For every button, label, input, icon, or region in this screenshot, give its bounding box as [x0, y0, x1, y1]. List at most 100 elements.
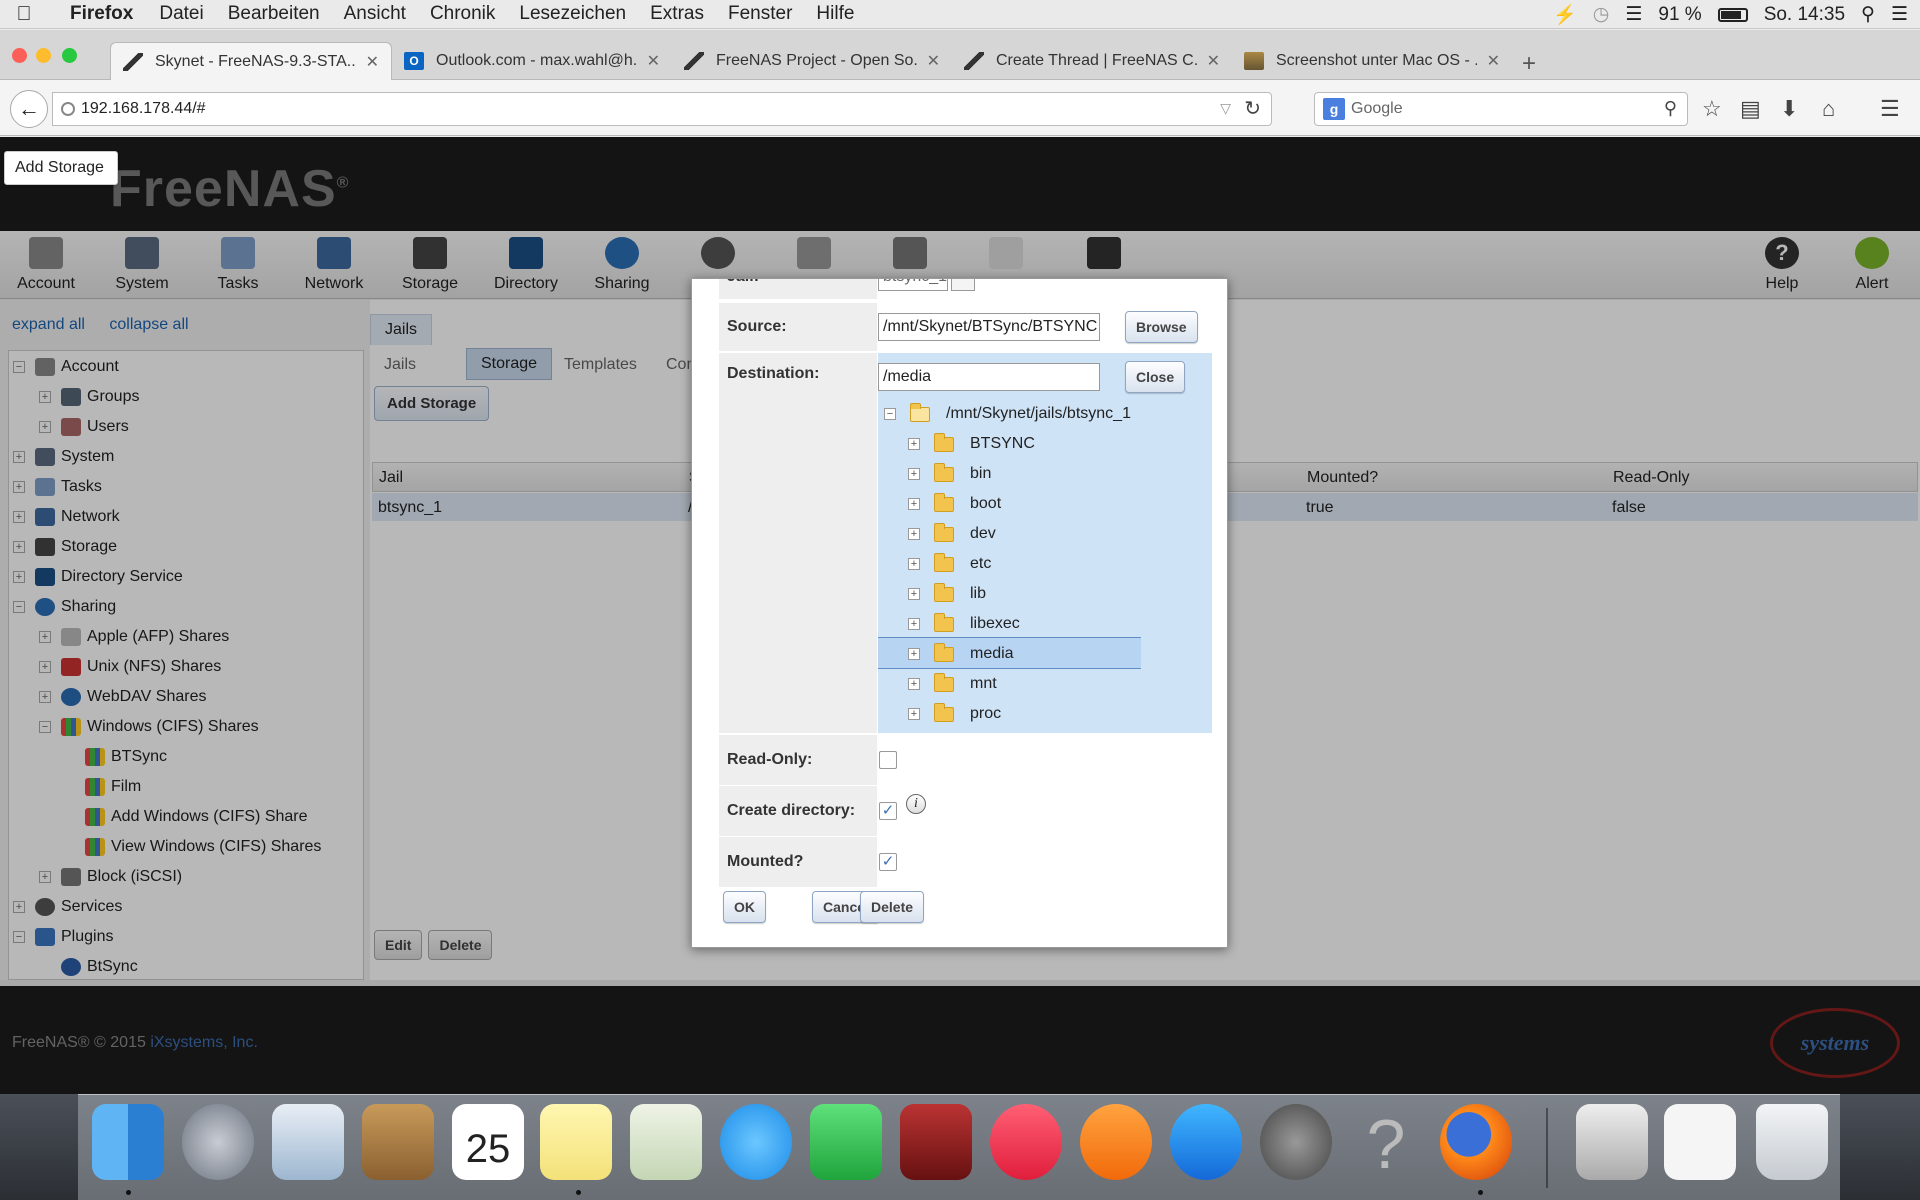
tree-node-etc[interactable]: + etc [908, 549, 991, 579]
applications-folder-icon[interactable] [1576, 1104, 1648, 1180]
itunes-icon[interactable] [990, 1104, 1062, 1180]
home-icon[interactable]: ⌂ [1822, 96, 1835, 122]
read-only-checkbox[interactable] [879, 751, 897, 769]
app-menu-firefox[interactable]: Firefox [48, 3, 147, 25]
menu-fenster[interactable]: Fenster [716, 3, 804, 25]
expand-icon[interactable]: + [908, 618, 920, 630]
history-dropdown-icon[interactable]: ▽ [1220, 100, 1231, 117]
google-engine-icon[interactable]: g [1323, 98, 1345, 120]
close-browser-button[interactable]: Close [1125, 361, 1186, 393]
browse-button[interactable]: Browse [1125, 311, 1198, 343]
maps-icon[interactable] [630, 1104, 702, 1180]
battery-icon[interactable] [1717, 7, 1748, 22]
menu-extras[interactable]: Extras [638, 3, 716, 25]
tree-node-btsync[interactable]: + BTSYNC [908, 429, 1035, 459]
reload-icon[interactable]: ↻ [1244, 96, 1261, 121]
url-bar[interactable]: 192.168.178.44/# ▽ ↻ [52, 92, 1272, 126]
jail-dropdown-icon[interactable] [951, 279, 975, 291]
source-input[interactable]: /mnt/Skynet/BTSync/BTSYNC [878, 313, 1100, 341]
tab-close-icon[interactable]: ✕ [1207, 51, 1220, 71]
expand-icon[interactable]: + [908, 648, 920, 660]
tree-node-dev[interactable]: + dev [908, 519, 996, 549]
info-icon[interactable]: i [906, 794, 926, 814]
facetime-icon[interactable] [810, 1104, 882, 1180]
menu-datei[interactable]: Datei [147, 3, 215, 25]
menu-lesezeichen[interactable]: Lesezeichen [507, 3, 638, 25]
notes-icon[interactable] [540, 1104, 612, 1180]
spotlight-search-icon[interactable]: ⚲ [1861, 3, 1875, 26]
browser-tab-create-thread[interactable]: Create Thread | FreeNAS C... ✕ [952, 42, 1232, 80]
system-preferences-icon[interactable] [1260, 1104, 1332, 1180]
tree-node-boot[interactable]: + boot [908, 489, 1001, 519]
ibooks-icon[interactable] [1080, 1104, 1152, 1180]
browser-tab-freenas[interactable]: Skynet - FreeNAS-9.3-STA... ✕ [110, 42, 392, 80]
question-mark-icon[interactable]: ? [1350, 1104, 1422, 1183]
expand-icon[interactable]: + [908, 588, 920, 600]
search-placeholder: Google [1351, 100, 1403, 117]
ok-button[interactable]: OK [723, 891, 766, 923]
expand-icon[interactable]: + [908, 558, 920, 570]
tree-node-bin[interactable]: + bin [908, 459, 991, 489]
expand-icon[interactable]: + [908, 438, 920, 450]
browser-tab-freenas-project[interactable]: FreeNAS Project - Open So... ✕ [672, 42, 952, 80]
firefox-icon[interactable] [1440, 1104, 1512, 1180]
menu-chronik[interactable]: Chronik [418, 3, 507, 25]
apple-menu-icon[interactable]:  [0, 3, 48, 26]
tree-node-proc[interactable]: + proc [908, 699, 1001, 729]
window-minimize-button[interactable] [36, 48, 51, 63]
tab-close-icon[interactable]: ✕ [366, 52, 379, 72]
destination-input[interactable]: /media [878, 363, 1100, 391]
launchpad-rocket-icon[interactable] [182, 1104, 254, 1180]
contacts-icon[interactable] [362, 1104, 434, 1180]
expand-icon[interactable]: + [908, 708, 920, 720]
tab-close-icon[interactable]: ✕ [1487, 51, 1500, 71]
photo-booth-icon[interactable] [900, 1104, 972, 1180]
app-store-icon[interactable] [1170, 1104, 1242, 1180]
tree-node-mnt[interactable]: + mnt [908, 669, 997, 699]
expand-icon[interactable]: + [908, 528, 920, 540]
tab-close-icon[interactable]: ✕ [927, 51, 940, 71]
collapse-icon[interactable]: − [884, 408, 896, 420]
hamburger-menu-icon[interactable]: ☰ [1880, 96, 1900, 122]
battery-percent[interactable]: 91 % [1658, 4, 1701, 26]
calendar-icon[interactable]: 25 [452, 1104, 524, 1180]
tree-node-root[interactable]: −/mnt/Skynet/jails/btsync_1 [884, 399, 1131, 429]
browser-nav-bar: ← 192.168.178.44/# ▽ ↻ g Google ⚲ ☆ ▤ ⬇ … [0, 80, 1920, 136]
time-machine-icon[interactable]: ◷ [1593, 3, 1610, 26]
mounted-checkbox[interactable]: ✓ [879, 853, 897, 871]
window-close-button[interactable] [12, 48, 27, 63]
search-bar[interactable]: g Google ⚲ [1314, 92, 1688, 126]
browser-tab-screenshot[interactable]: Screenshot unter Mac OS - ... ✕ [1232, 42, 1512, 80]
search-icon[interactable]: ⚲ [1664, 98, 1677, 119]
tree-node-lib[interactable]: + lib [908, 579, 986, 609]
power-icon[interactable]: ⚡ [1553, 3, 1577, 27]
new-tab-plus-icon[interactable]: + [1522, 50, 1536, 78]
bookmark-star-icon[interactable]: ☆ [1702, 96, 1722, 122]
expand-icon[interactable]: + [908, 468, 920, 480]
mail-stamp-icon[interactable] [272, 1104, 344, 1180]
reading-list-icon[interactable]: ▤ [1740, 96, 1761, 122]
downloads-icon[interactable]: ⬇ [1780, 96, 1798, 122]
documents-stack-icon[interactable] [1664, 1104, 1736, 1180]
folder-icon [934, 492, 954, 512]
create-directory-checkbox[interactable]: ✓ [879, 802, 897, 820]
dialog-delete-button[interactable]: Delete [860, 891, 925, 923]
notification-center-icon[interactable]: ☰ [1891, 3, 1908, 26]
tree-node-media[interactable]: + media [908, 639, 1014, 669]
back-arrow-icon[interactable]: ← [10, 90, 48, 128]
browser-tab-outlook[interactable]: O Outlook.com - max.wahl@h... ✕ [392, 42, 672, 80]
tab-close-icon[interactable]: ✕ [647, 51, 660, 71]
expand-icon[interactable]: + [908, 678, 920, 690]
messages-icon[interactable] [720, 1104, 792, 1180]
window-zoom-button[interactable] [62, 48, 77, 63]
expand-icon[interactable]: + [908, 498, 920, 510]
trash-icon[interactable] [1756, 1104, 1828, 1180]
finder-icon[interactable] [92, 1104, 164, 1180]
clock[interactable]: So. 14:35 [1764, 4, 1845, 26]
wifi-icon[interactable]: ☰ [1625, 3, 1642, 26]
menu-ansicht[interactable]: Ansicht [332, 3, 418, 25]
menu-hilfe[interactable]: Hilfe [804, 3, 866, 25]
tree-node-libexec[interactable]: + libexec [908, 609, 1020, 639]
menu-bearbeiten[interactable]: Bearbeiten [216, 3, 332, 25]
jail-select[interactable]: btsync_1 [878, 279, 948, 291]
